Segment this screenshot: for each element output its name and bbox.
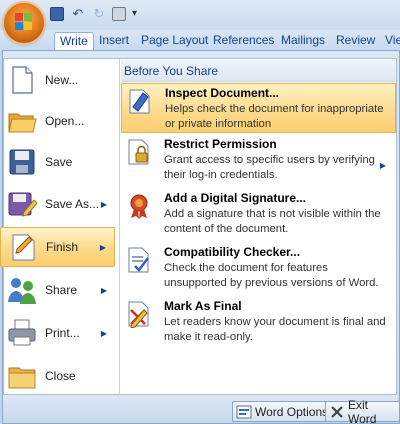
submenu-item-desc: Let readers know your document is final … [164, 316, 386, 343]
tab-page-layout[interactable]: Page Layout [136, 32, 213, 50]
submenu-item-compatibility-checker[interactable]: Compatibility Checker... Check the docum… [121, 243, 396, 295]
restrict-permission-icon [128, 139, 149, 165]
menu-item-label: Share [45, 283, 78, 297]
menu-item-open[interactable]: Open... [0, 101, 115, 141]
menu-item-label: Print... [45, 326, 80, 340]
tab-write[interactable]: Write [54, 32, 94, 50]
save-as-icon [8, 192, 38, 217]
submenu-item-title: Compatibility Checker... [164, 245, 301, 259]
finish-document-icon [12, 234, 35, 261]
menu-item-new[interactable]: New... [0, 60, 115, 100]
word-options-icon [236, 405, 252, 419]
submenu-item-title: Add a Digital Signature... [164, 191, 307, 205]
close-folder-icon [8, 367, 36, 389]
digital-signature-icon [130, 194, 148, 219]
submenu-item-desc: Add a signature that is not visible with… [164, 208, 381, 235]
submenu-arrow-icon: ▶ [379, 161, 386, 170]
word-options-button[interactable]: Word Options [232, 401, 334, 422]
undo-arrow-icon[interactable]: ↶ [70, 7, 86, 21]
word-options-label: Word Options [255, 404, 329, 419]
compatibility-checker-icon [128, 247, 149, 273]
menu-item-save-as[interactable]: Save As... ▶ [0, 184, 115, 224]
new-document-icon [12, 66, 33, 94]
tab-mailings[interactable]: Mailings [276, 32, 330, 50]
tab-insert[interactable]: Insert [94, 32, 134, 50]
submenu-arrow-icon: ▶ [99, 242, 106, 252]
menu-item-label: New... [45, 73, 79, 87]
office-button[interactable] [4, 3, 44, 43]
office-logo-icon [15, 13, 33, 31]
open-folder-icon [8, 113, 37, 133]
quick-access-toolbar: ↶ ↻ ▾ [50, 5, 146, 23]
floppy-disk-icon[interactable] [50, 7, 64, 21]
menu-divider [119, 59, 120, 394]
submenu-item-inspect-document[interactable]: Inspect Document... Helps check the docu… [121, 83, 396, 133]
exit-word-label: Exit Word [348, 397, 377, 424]
menu-item-label: Save [45, 155, 73, 169]
customize-toolbar-icon[interactable]: ▾ [132, 7, 146, 21]
close-x-icon [329, 405, 345, 419]
mark-as-final-icon [128, 301, 149, 328]
menu-item-print[interactable]: Print... ▶ [0, 313, 115, 353]
submenu-item-digital-signature[interactable]: Add a Digital Signature... Add a signatu… [121, 189, 396, 241]
submenu-item-title: Inspect Document... [165, 86, 280, 100]
printer-icon [8, 319, 36, 346]
submenu-arrow-icon: ▶ [100, 199, 107, 209]
save-icon [9, 149, 35, 175]
submenu-item-title: Restrict Permission [164, 137, 277, 151]
submenu-arrow-icon: ▶ [100, 285, 107, 295]
submenu-item-restrict-permission[interactable]: Restrict Permission Grant access to spec… [121, 135, 396, 187]
submenu-arrow-icon: ▶ [100, 328, 107, 338]
menu-item-close[interactable]: Close [0, 356, 115, 396]
share-icon [8, 278, 36, 304]
menu-item-share[interactable]: Share ▶ [0, 270, 115, 310]
menu-item-finish[interactable]: Finish ▶ [0, 227, 115, 267]
menu-item-label: Finish [46, 240, 79, 254]
submenu-item-desc: Helps check the document for inappropria… [165, 103, 384, 130]
menu-item-label: Close [45, 369, 76, 383]
tab-view[interactable]: View [380, 32, 400, 50]
submenu-item-desc: Grant access to specific users by verify… [164, 154, 375, 181]
submenu-item-title: Mark As Final [164, 299, 242, 313]
submenu-item-mark-as-final[interactable]: Mark As Final Let readers know your docu… [121, 297, 396, 349]
tab-review[interactable]: Review [331, 32, 380, 50]
printer-icon[interactable] [112, 7, 126, 21]
tab-references[interactable]: References [208, 32, 279, 50]
menu-item-label: Save As... [45, 197, 100, 211]
redo-arrow-icon[interactable]: ↻ [92, 7, 106, 21]
submenu-item-desc: Check the document for features unsuppor… [164, 262, 379, 289]
inspect-document-icon [129, 89, 150, 114]
exit-word-button[interactable]: Exit Word [325, 397, 400, 424]
submenu-header: Before You Share [121, 60, 396, 82]
menu-item-save[interactable]: Save [0, 142, 115, 182]
menu-item-label: Open... [45, 114, 85, 128]
